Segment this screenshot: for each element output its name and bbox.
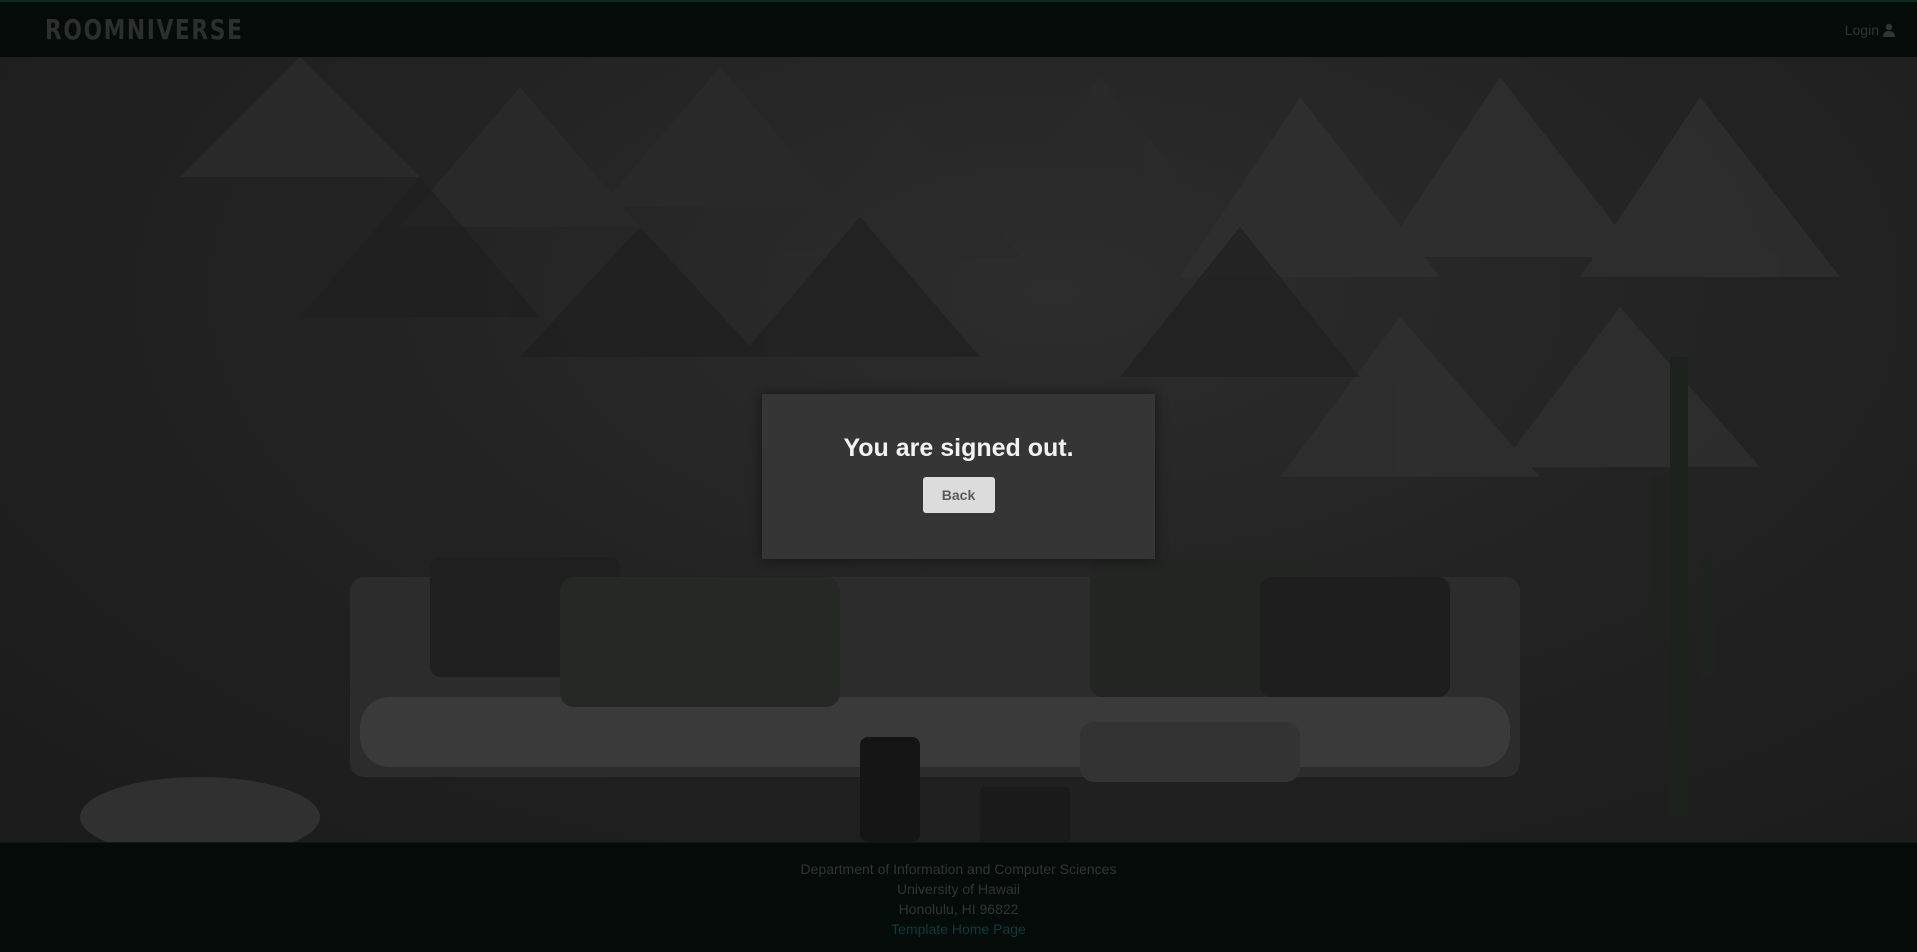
footer: Department of Information and Computer S… bbox=[0, 842, 1917, 952]
signout-message: You are signed out. bbox=[843, 434, 1074, 462]
user-icon bbox=[1883, 23, 1895, 37]
signout-panel: You are signed out. Back bbox=[762, 394, 1155, 559]
template-home-link[interactable]: Template Home Page bbox=[891, 919, 1026, 939]
login-label: Login bbox=[1844, 21, 1879, 38]
top-navbar: ROOMNIVERSE Login bbox=[0, 0, 1917, 57]
login-button[interactable]: Login bbox=[1845, 22, 1896, 38]
footer-department: Department of Information and Computer S… bbox=[800, 861, 1117, 877]
brand-logo[interactable]: ROOMNIVERSE bbox=[45, 13, 244, 46]
back-button[interactable]: Back bbox=[922, 477, 995, 513]
footer-address: Honolulu, HI 96822 bbox=[898, 901, 1019, 917]
footer-university: University of Hawaii bbox=[897, 881, 1020, 897]
page: ROOMNIVERSE Login You are signed out. Ba… bbox=[0, 0, 1917, 952]
hero-background: You are signed out. Back bbox=[0, 57, 1917, 842]
